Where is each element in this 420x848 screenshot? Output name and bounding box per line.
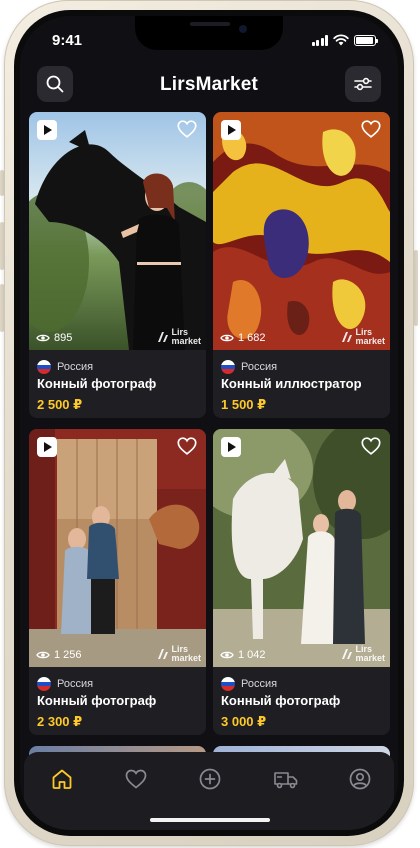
heart-icon [125,769,147,789]
heart-icon[interactable] [360,435,382,457]
play-icon [228,125,236,135]
app-title: LirsMarket [159,74,259,95]
plus-circle-icon [199,768,221,790]
lirs-market-watermark: Lirs market [157,328,201,346]
tab-profile[interactable] [346,766,374,792]
card-title: Конный фотограф [37,693,157,708]
battery-icon [354,34,378,46]
tab-favorites[interactable] [122,766,150,792]
status-icons [311,34,378,46]
card-title: Конный иллюстратор [221,376,362,391]
card-price: 2 300 ₽ [37,714,83,729]
russia-flag-icon [221,677,235,691]
country-name: Россия [57,678,94,690]
photo-couple-barn [29,429,206,667]
product-card[interactable]: 1 682 Lirs market Россия Конный иллюстрат… [213,112,390,418]
eye-icon [220,334,234,342]
product-photo: 1 042 Lirs market [213,429,390,667]
product-photo: 895 Lirs market [29,112,206,350]
heart-icon[interactable] [176,435,198,457]
views-counter: 1 042 [220,649,266,661]
lirs-market-watermark: Lirs market [341,645,385,663]
product-card[interactable]: 895 Lirs market Россия Конный фотограф 2 … [29,112,206,418]
russia-flag-icon [37,677,51,691]
product-card[interactable]: 1 042 Lirs market Россия Конный фотограф … [213,429,390,735]
card-title: Конный фотограф [221,693,341,708]
views-count: 1 042 [238,649,266,661]
card-title: Конный фотограф [37,376,157,391]
notch [135,16,283,50]
truck-icon [274,772,298,789]
heart-icon[interactable] [176,118,198,140]
country-name: Россия [57,361,94,373]
play-icon [44,442,52,452]
country-name: Россия [241,361,278,373]
views-counter: 1 682 [220,332,266,344]
views-counter: 1 256 [36,649,82,661]
country-name: Россия [241,678,278,690]
watermark-line2: market [171,653,201,663]
country-label: Россия [37,360,93,374]
eye-icon [36,651,50,659]
views-counter: 895 [36,332,72,344]
photo-horse-woman [29,112,206,350]
photo-wedding-horse [213,429,390,667]
russia-flag-icon [221,360,235,374]
eye-icon [220,651,234,659]
wifi-icon [333,34,349,46]
speaker [190,22,230,26]
profile-icon [349,768,371,790]
product-photo: 1 256 Lirs market [29,429,206,667]
photo-painting [213,112,390,350]
filter-sliders-icon [354,77,372,91]
video-badge [37,437,57,457]
views-count: 895 [54,332,73,344]
country-label: Россия [221,677,277,691]
play-icon [228,442,236,452]
filter-button[interactable] [345,66,381,102]
eye-icon [36,334,50,342]
cellular-signal-icon [311,34,328,46]
lirs-logo-icon [158,332,169,342]
tab-home[interactable] [48,766,76,792]
lirs-market-watermark: Lirs market [157,645,201,663]
power-button [414,250,418,326]
watermark-line2: market [171,336,201,346]
app-screen: 9:41 LirsMarket 895 Lirs market Россия К… [20,16,398,830]
views-count: 1 256 [54,649,82,661]
video-badge [37,120,57,140]
lirs-logo-icon [342,649,353,659]
card-price: 1 500 ₽ [221,397,267,412]
russia-flag-icon [37,360,51,374]
home-indicator [150,818,270,822]
home-icon [52,769,72,789]
tab-add[interactable] [196,766,224,792]
lirs-market-watermark: Lirs market [341,328,385,346]
play-icon [44,125,52,135]
views-count: 1 682 [238,332,266,344]
video-badge [221,120,241,140]
tab-delivery[interactable] [272,766,300,792]
heart-icon[interactable] [360,118,382,140]
product-photo: 1 682 Lirs market [213,112,390,350]
front-camera [239,25,247,33]
lirs-logo-icon [342,332,353,342]
watermark-line2: market [355,653,385,663]
lirs-logo-icon [158,649,169,659]
product-card[interactable]: 1 256 Lirs market Россия Конный фотограф … [29,429,206,735]
watermark-line2: market [355,336,385,346]
card-price: 2 500 ₽ [37,397,83,412]
card-price: 3 000 ₽ [221,714,267,729]
status-time: 9:41 [52,32,83,49]
country-label: Россия [37,677,93,691]
country-label: Россия [221,360,277,374]
video-badge [221,437,241,457]
